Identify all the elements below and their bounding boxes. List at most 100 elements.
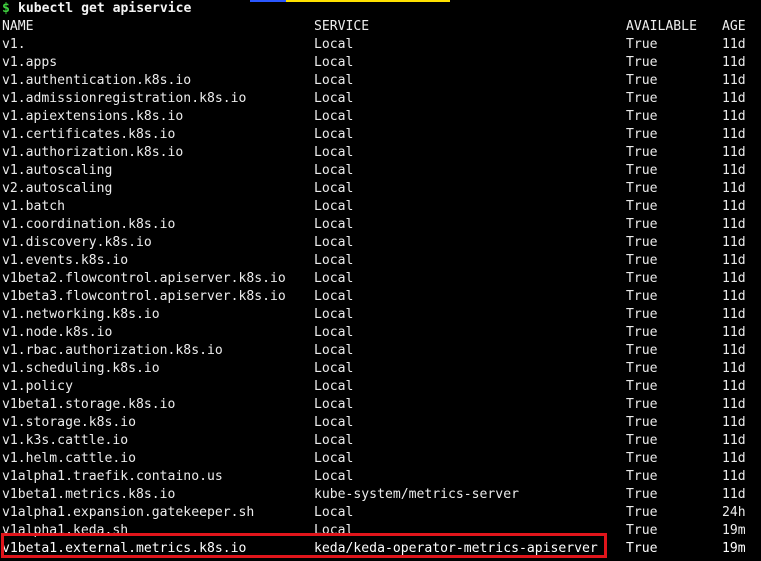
cell-service: Local <box>314 451 354 466</box>
cell-age: 11d <box>722 109 746 124</box>
cell-age: 11d <box>722 379 746 394</box>
cell-service: Local <box>314 379 354 394</box>
cell-age: 11d <box>722 37 746 52</box>
cell-available: True <box>626 487 658 502</box>
table-row: v1.scheduling.k8s.io Local True 11d <box>0 360 761 378</box>
cell-service: Local <box>314 235 354 250</box>
table-row: v1.networking.k8s.io Local True 11d <box>0 306 761 324</box>
cell-name: v1.autoscaling <box>2 163 113 178</box>
cell-available: True <box>626 109 658 124</box>
cell-age: 11d <box>722 217 746 232</box>
table-row: v1beta3.flowcontrol.apiserver.k8s.io Loca… <box>0 288 761 306</box>
cell-service: Local <box>314 73 354 88</box>
cell-available: True <box>626 415 658 430</box>
cell-available: True <box>626 127 658 142</box>
prompt-symbol: $ <box>2 1 10 16</box>
cell-available: True <box>626 361 658 376</box>
cell-name: v1.certificates.k8s.io <box>2 127 176 142</box>
cell-name: v1.rbac.authorization.k8s.io <box>2 343 223 358</box>
cell-available: True <box>626 253 658 268</box>
cell-name: v1. <box>2 37 26 52</box>
cell-available: True <box>626 451 658 466</box>
cell-available: True <box>626 73 658 88</box>
cell-service: Local <box>314 127 354 142</box>
cell-name: v1alpha1.traefik.containo.us <box>2 469 223 484</box>
cell-age: 11d <box>722 289 746 304</box>
cell-available: True <box>626 325 658 340</box>
cell-service: Local <box>314 523 354 538</box>
cell-name: v1.events.k8s.io <box>2 253 129 268</box>
cell-age: 11d <box>722 91 746 106</box>
cell-service: Local <box>314 361 354 376</box>
table-row: v1beta1.storage.k8s.io Local True 11d <box>0 396 761 414</box>
cell-service: kube-system/metrics-server <box>314 487 519 502</box>
header-available: AVAILABLE <box>626 19 697 34</box>
cell-service: Local <box>314 433 354 448</box>
table-header: NAME SERVICE AVAILABLE AGE <box>0 18 761 36</box>
cell-age: 11d <box>722 145 746 160</box>
cell-available: True <box>626 145 658 160</box>
table-row: v1.events.k8s.io Local True 11d <box>0 252 761 270</box>
cell-age: 11d <box>722 163 746 178</box>
cell-service: Local <box>314 199 354 214</box>
cell-age: 11d <box>722 343 746 358</box>
table-row: v1.discovery.k8s.io Local True 11d <box>0 234 761 252</box>
cell-service: Local <box>314 505 354 520</box>
cell-available: True <box>626 541 658 556</box>
cell-service: Local <box>314 217 354 232</box>
cell-available: True <box>626 199 658 214</box>
cell-available: True <box>626 235 658 250</box>
cell-available: True <box>626 523 658 538</box>
table-row: v1alpha1.keda.sh Local True 19m <box>0 522 761 540</box>
cell-name: v1beta1.external.metrics.k8s.io <box>2 541 247 556</box>
cell-name: v1.authorization.k8s.io <box>2 145 184 160</box>
header-age: AGE <box>722 19 746 34</box>
cell-age: 11d <box>722 469 746 484</box>
cell-service: Local <box>314 397 354 412</box>
cell-available: True <box>626 397 658 412</box>
table-row: v1.admissionregistration.k8s.io Local True… <box>0 90 761 108</box>
cell-service: Local <box>314 325 354 340</box>
cell-name: v1.coordination.k8s.io <box>2 217 176 232</box>
cell-name: v1.policy <box>2 379 73 394</box>
cell-name: v1beta3.flowcontrol.apiserver.k8s.io <box>2 289 286 304</box>
cell-age: 11d <box>722 127 746 142</box>
cell-available: True <box>626 55 658 70</box>
cell-service: Local <box>314 343 354 358</box>
table-row: v1.apps Local True 11d <box>0 54 761 72</box>
cell-available: True <box>626 307 658 322</box>
cell-age: 19m <box>722 541 746 556</box>
command-text: kubectl get apiservice <box>18 1 192 16</box>
cell-age: 11d <box>722 487 746 502</box>
cell-available: True <box>626 271 658 286</box>
cell-age: 11d <box>722 397 746 412</box>
cell-available: True <box>626 379 658 394</box>
table-row: v1.node.k8s.io Local True 11d <box>0 324 761 342</box>
cell-available: True <box>626 505 658 520</box>
cell-name: v1alpha1.expansion.gatekeeper.sh <box>2 505 255 520</box>
cell-name: v1beta2.flowcontrol.apiserver.k8s.io <box>2 271 286 286</box>
cell-age: 11d <box>722 451 746 466</box>
cell-service: Local <box>314 271 354 286</box>
cell-name: v1beta1.storage.k8s.io <box>2 397 176 412</box>
cell-name: v1.discovery.k8s.io <box>2 235 152 250</box>
table-row: v1.coordination.k8s.io Local True 11d <box>0 216 761 234</box>
cell-available: True <box>626 469 658 484</box>
cell-available: True <box>626 217 658 232</box>
table-row: v1.storage.k8s.io Local True 11d <box>0 414 761 432</box>
cell-service: Local <box>314 469 354 484</box>
table-row: v1.certificates.k8s.io Local True 11d <box>0 126 761 144</box>
table-row: v1beta1.metrics.k8s.io kube-system/metric… <box>0 486 761 504</box>
cell-available: True <box>626 289 658 304</box>
terminal-window[interactable]: $ kubectl get apiservice NAME SERVICE AVA… <box>0 0 761 561</box>
cell-name: v1.admissionregistration.k8s.io <box>2 91 247 106</box>
cell-service: Local <box>314 37 354 52</box>
table-row: v1beta2.flowcontrol.apiserver.k8s.io Loca… <box>0 270 761 288</box>
table-row: v1alpha1.traefik.containo.us Local True 11d <box>0 468 761 486</box>
cell-age: 11d <box>722 307 746 322</box>
command-line: $ kubectl get apiservice <box>0 0 761 18</box>
table-row: v1.apiextensions.k8s.io Local True 11d <box>0 108 761 126</box>
cell-service: Local <box>314 91 354 106</box>
cell-age: 11d <box>722 199 746 214</box>
cell-service: Local <box>314 289 354 304</box>
